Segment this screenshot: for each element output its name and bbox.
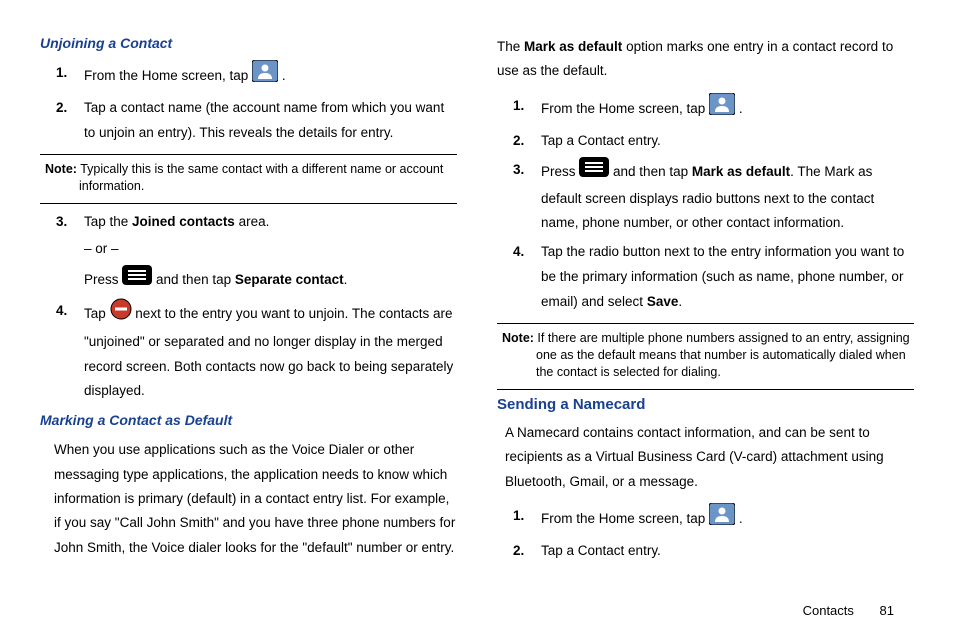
contacts-icon xyxy=(252,60,278,91)
list-item: Tap the Joined contacts area. – or – Pre… xyxy=(84,210,457,295)
note-text: Typically this is the same contact with … xyxy=(77,162,443,193)
text: Tap a Contact entry. xyxy=(541,543,661,558)
text: Tap xyxy=(84,306,110,321)
text-bold: Mark as default xyxy=(692,164,790,179)
text-bold: Joined contacts xyxy=(132,214,235,229)
list-item: Tap a contact name (the account name fro… xyxy=(84,96,457,146)
unjoining-list: From the Home screen, tap . Tap a contac… xyxy=(40,61,457,146)
text-bold: Separate contact xyxy=(235,272,344,287)
note-label: Note: xyxy=(502,331,534,345)
subheading-unjoining: Unjoining a Contact xyxy=(40,35,457,51)
text-bold: Save xyxy=(647,294,679,309)
page-footer: Contacts 81 xyxy=(803,603,894,618)
note: Note: If there are multiple phone number… xyxy=(502,330,914,381)
contacts-icon xyxy=(709,503,735,534)
heading-sending: Sending a Namecard xyxy=(497,396,914,413)
note: Note: Typically this is the same contact… xyxy=(45,161,457,195)
subheading-marking: Marking a Contact as Default xyxy=(40,412,457,428)
text: Tap a contact name (the account name fro… xyxy=(84,100,444,140)
mark-default-list: From the Home screen, tap . Tap a Contac… xyxy=(497,94,914,316)
list-item: Tap next to the entry you want to unjoin… xyxy=(84,299,457,405)
text: area. xyxy=(235,214,270,229)
list-item: From the Home screen, tap . xyxy=(541,94,914,125)
minus-circle-icon xyxy=(110,298,132,329)
paragraph: A Namecard contains contact information,… xyxy=(505,421,914,494)
divider xyxy=(40,154,457,155)
text: Tap a Contact entry. xyxy=(541,133,661,148)
list-item: Tap a Contact entry. xyxy=(541,539,914,564)
list-item: Press and then tap Mark as default. The … xyxy=(541,158,914,237)
text: From the Home screen, tap xyxy=(541,101,709,116)
text: Tap the radio button next to the entry i… xyxy=(541,244,904,309)
contacts-icon xyxy=(709,93,735,124)
text: From the Home screen, tap xyxy=(541,511,709,526)
divider xyxy=(497,389,914,390)
menu-icon xyxy=(579,157,609,186)
text-bold: Mark as default xyxy=(524,39,622,54)
list-item: From the Home screen, tap . xyxy=(84,61,457,92)
paragraph: When you use applications such as the Vo… xyxy=(54,438,457,559)
text: . xyxy=(282,68,286,83)
footer-section: Contacts xyxy=(803,603,854,618)
note-text: If there are multiple phone numbers assi… xyxy=(534,331,910,379)
text: and then tap xyxy=(156,272,235,287)
namecard-list: From the Home screen, tap . Tap a Contac… xyxy=(497,504,914,564)
text: next to the entry you want to unjoin. Th… xyxy=(84,306,453,399)
divider xyxy=(40,203,457,204)
text: The xyxy=(497,39,524,54)
alt-step: Press and then tap Separate contact. xyxy=(84,266,457,295)
unjoining-list-2: Tap the Joined contacts area. – or – Pre… xyxy=(40,210,457,405)
text: . xyxy=(678,294,682,309)
text: Press xyxy=(541,164,579,179)
right-column: The Mark as default option marks one ent… xyxy=(497,35,914,570)
text: Tap the xyxy=(84,214,132,229)
text: . xyxy=(739,101,743,116)
footer-page-number: 81 xyxy=(880,603,894,618)
divider xyxy=(497,323,914,324)
list-item: Tap the radio button next to the entry i… xyxy=(541,240,914,315)
text: From the Home screen, tap xyxy=(84,68,252,83)
list-item: From the Home screen, tap . xyxy=(541,504,914,535)
or-text: – or – xyxy=(84,237,457,262)
text: . xyxy=(739,511,743,526)
list-item: Tap a Contact entry. xyxy=(541,129,914,154)
text: and then tap xyxy=(613,164,692,179)
menu-icon xyxy=(122,265,152,294)
note-label: Note: xyxy=(45,162,77,176)
paragraph: The Mark as default option marks one ent… xyxy=(497,35,914,84)
text: . xyxy=(344,272,348,287)
text: Press xyxy=(84,272,122,287)
left-column: Unjoining a Contact From the Home screen… xyxy=(40,35,457,570)
